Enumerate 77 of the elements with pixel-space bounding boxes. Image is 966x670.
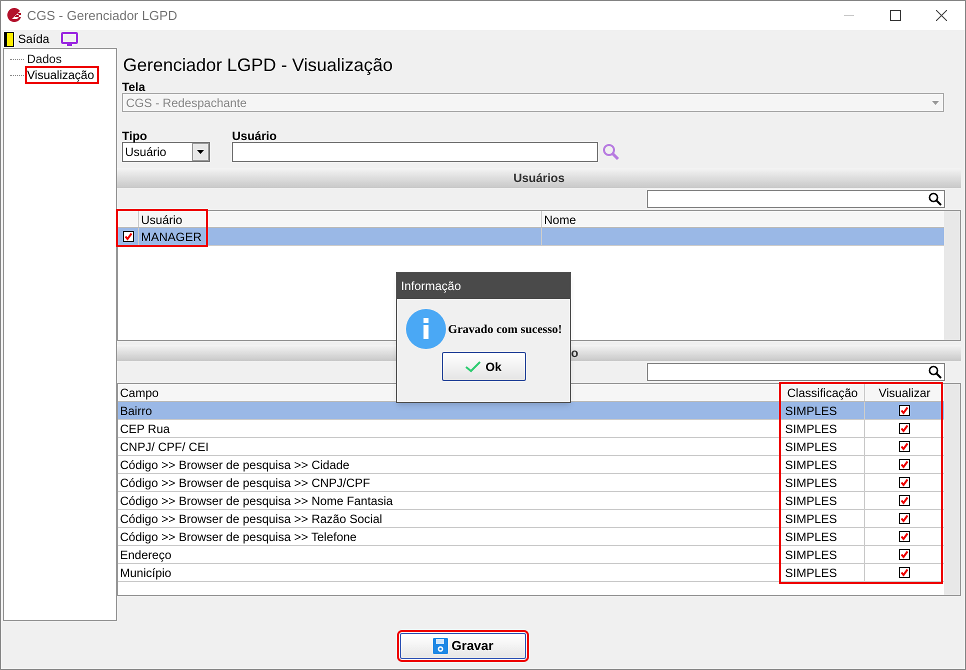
checkbox[interactable]: [899, 441, 910, 452]
checkbox[interactable]: [899, 423, 910, 434]
tree-item[interactable]: Dados: [26, 51, 63, 67]
checkmark-icon: [465, 360, 482, 372]
table-row[interactable]: Código >> Browser de pesquisa >> CNPJ/CPF SIMPLES: [118, 474, 944, 492]
section-title: o: [571, 345, 578, 362]
checkbox[interactable]: [899, 495, 910, 506]
maximize-icon[interactable]: [890, 10, 901, 21]
checkbox[interactable]: [899, 459, 910, 470]
table-cell: Endereço: [118, 546, 781, 563]
table-cell: SIMPLES: [781, 564, 865, 581]
table-cell: SIMPLES: [781, 510, 865, 527]
column-header[interactable]: Nome: [542, 211, 944, 227]
field-label: Tela: [122, 79, 146, 93]
table-row[interactable]: Município SIMPLES: [118, 564, 944, 582]
filter-field[interactable]: [647, 363, 945, 381]
scrollbar[interactable]: [944, 211, 960, 340]
checkbox[interactable]: [899, 405, 910, 416]
table-row[interactable]: CNPJ/ CPF/ CEI SIMPLES: [118, 438, 944, 456]
table-row[interactable]: Bairro SIMPLES: [118, 402, 944, 420]
field-label: Usuário: [232, 128, 278, 142]
table-row[interactable]: Código >> Browser de pesquisa >> Nome Fantasia SIMPLES: [118, 492, 944, 510]
table-row[interactable]: Código >> Browser de pesquisa >> Razão Social SIMPLES: [118, 510, 944, 528]
table-cell: SIMPLES: [781, 546, 865, 563]
field-label: Tipo: [122, 128, 148, 142]
page-heading: Gerenciador LGPD - Visualização: [123, 55, 393, 75]
table-cell: Município: [118, 564, 781, 581]
usuario-input[interactable]: [232, 142, 598, 162]
dropdown-value: CGS - Redespachante: [125, 94, 247, 112]
column-header[interactable]: Classificação: [781, 384, 865, 401]
table-row[interactable]: MANAGER: [118, 228, 944, 246]
checkbox[interactable]: [899, 531, 910, 542]
table-row[interactable]: Código >> Browser de pesquisa >> Telefone SIMPLES: [118, 528, 944, 546]
dialog-message: Gravado com sucesso!: [448, 321, 562, 338]
table-cell: Código >> Browser de pesquisa >> Nome Fantasia: [118, 492, 781, 509]
ok-button[interactable]: Ok: [442, 352, 526, 381]
app-logo-icon: [6, 8, 22, 24]
table-cell: Código >> Browser de pesquisa >> Razão Social: [118, 510, 781, 527]
dialog-title: Informação: [401, 278, 462, 295]
close-icon[interactable]: [936, 10, 947, 21]
tipo-dropdown[interactable]: Usuário: [122, 142, 210, 162]
filter-field[interactable]: [647, 190, 945, 208]
scrollbar[interactable]: [944, 384, 960, 595]
checkbox[interactable]: [899, 477, 910, 488]
table-cell: SIMPLES: [781, 438, 865, 455]
table-row[interactable]: CEP Rua SIMPLES: [118, 420, 944, 438]
door-icon: [4, 32, 14, 46]
table-row[interactable]: Endereço SIMPLES: [118, 546, 944, 564]
table-row[interactable]: Código >> Browser de pesquisa >> Cidade SIMPLES: [118, 456, 944, 474]
exit-menu-item[interactable]: Saída: [4, 30, 50, 48]
table-cell: SIMPLES: [781, 402, 865, 419]
column-header[interactable]: Visualizar: [865, 384, 944, 401]
save-button[interactable]: Gravar: [400, 633, 526, 659]
table-cell: SIMPLES: [781, 474, 865, 491]
monitor-icon[interactable]: [61, 32, 78, 46]
table-cell: SIMPLES: [781, 528, 865, 545]
table-cell: SIMPLES: [781, 492, 865, 509]
table-cell: Código >> Browser de pesquisa >> Telefone: [118, 528, 781, 545]
info-icon: [406, 309, 446, 349]
checkbox[interactable]: [122, 231, 134, 242]
window-title: CGS - Gerenciador LGPD: [27, 6, 178, 25]
checkbox[interactable]: [899, 567, 910, 578]
table-cell: Código >> Browser de pesquisa >> CNPJ/CPF: [118, 474, 781, 491]
table-cell: CNPJ/ CPF/ CEI: [118, 438, 781, 455]
checkbox[interactable]: [899, 549, 910, 560]
table-cell: Código >> Browser de pesquisa >> Cidade: [118, 456, 781, 473]
table-cell: SIMPLES: [781, 420, 865, 437]
table-cell: CEP Rua: [118, 420, 781, 437]
dropdown-value: Usuário: [124, 144, 166, 161]
search-icon[interactable]: [928, 365, 942, 379]
checkbox[interactable]: [899, 513, 910, 524]
tree-item[interactable]: Visualização: [26, 67, 98, 83]
column-header[interactable]: Usuário: [139, 211, 542, 227]
table-cell: SIMPLES: [781, 456, 865, 473]
table-cell: MANAGER: [139, 228, 542, 245]
section-title: Usuários: [513, 170, 565, 187]
search-icon[interactable]: [928, 192, 942, 206]
